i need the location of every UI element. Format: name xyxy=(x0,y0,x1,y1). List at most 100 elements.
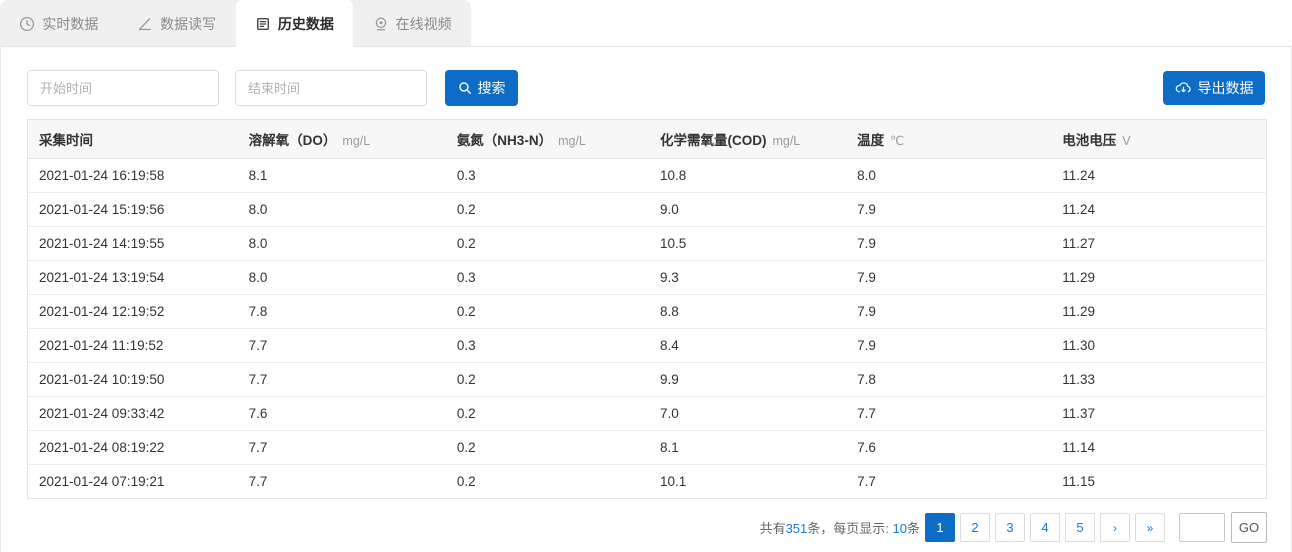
table-cell: 0.2 xyxy=(446,227,649,261)
start-time-group xyxy=(27,70,219,106)
tab-label: 在线视频 xyxy=(396,14,452,34)
search-button-label: 搜索 xyxy=(478,78,506,98)
search-icon xyxy=(458,81,472,95)
table-cell: 7.0 xyxy=(649,397,846,431)
table-cell: 8.0 xyxy=(238,227,446,261)
table-row: 2021-01-24 13:19:548.00.39.37.911.29 xyxy=(28,261,1267,295)
page-button-1[interactable]: 1 xyxy=(925,513,955,542)
go-button[interactable]: GO xyxy=(1231,512,1267,543)
history-data-panel: 搜索 导出数据 采集时间 溶解氧（DO）mg/L 氨氮（NH3-N）mg/L 化… xyxy=(0,47,1292,552)
pagination-bar: 共有351条，每页显示: 10条 1 2 3 4 5 › » GO xyxy=(27,512,1267,543)
table-cell: 0.3 xyxy=(446,329,649,363)
table-cell: 11.37 xyxy=(1051,397,1266,431)
tab-realtime-data[interactable]: 实时数据 xyxy=(0,0,118,47)
unit-label: mg/L xyxy=(558,134,586,148)
table-cell: 2021-01-24 10:19:50 xyxy=(28,363,238,397)
unit-label: mg/L xyxy=(342,134,370,148)
table-cell: 8.4 xyxy=(649,329,846,363)
table-cell: 7.9 xyxy=(846,295,1051,329)
table-cell: 11.14 xyxy=(1051,431,1266,465)
table-cell: 2021-01-24 12:19:52 xyxy=(28,295,238,329)
table-cell: 7.6 xyxy=(846,431,1051,465)
table-cell: 2021-01-24 16:19:58 xyxy=(28,159,238,193)
tab-bar: 实时数据 数据读写 历史数据 在线视频 xyxy=(0,0,1292,47)
tab-label: 历史数据 xyxy=(278,14,334,34)
table-cell: 2021-01-24 07:19:21 xyxy=(28,465,238,499)
unit-label: mg/L xyxy=(772,134,800,148)
table-cell: 8.8 xyxy=(649,295,846,329)
export-data-button[interactable]: 导出数据 xyxy=(1163,71,1265,105)
camera-icon xyxy=(373,16,389,32)
table-cell: 11.15 xyxy=(1051,465,1266,499)
table-cell: 2021-01-24 14:19:55 xyxy=(28,227,238,261)
table-cell: 0.2 xyxy=(446,363,649,397)
table-cell: 2021-01-24 15:19:56 xyxy=(28,193,238,227)
table-row: 2021-01-24 12:19:527.80.28.87.911.29 xyxy=(28,295,1267,329)
edit-icon xyxy=(137,16,153,32)
page-jump-input[interactable] xyxy=(1179,513,1225,542)
table-row: 2021-01-24 14:19:558.00.210.57.911.27 xyxy=(28,227,1267,261)
end-time-input[interactable] xyxy=(236,71,427,105)
table-cell: 7.9 xyxy=(846,329,1051,363)
col-header-do: 溶解氧（DO）mg/L xyxy=(238,120,446,159)
table-cell: 11.33 xyxy=(1051,363,1266,397)
history-icon xyxy=(255,16,271,32)
page-button-5[interactable]: 5 xyxy=(1065,513,1095,542)
table-cell: 9.3 xyxy=(649,261,846,295)
table-cell: 8.1 xyxy=(238,159,446,193)
table-cell: 11.30 xyxy=(1051,329,1266,363)
table-cell: 10.1 xyxy=(649,465,846,499)
table-cell: 0.2 xyxy=(446,397,649,431)
table-cell: 2021-01-24 09:33:42 xyxy=(28,397,238,431)
table-cell: 11.29 xyxy=(1051,261,1266,295)
table-header-row: 采集时间 溶解氧（DO）mg/L 氨氮（NH3-N）mg/L 化学需氧量(COD… xyxy=(28,120,1267,159)
table-cell: 11.29 xyxy=(1051,295,1266,329)
table-cell: 7.8 xyxy=(238,295,446,329)
table-cell: 7.7 xyxy=(846,465,1051,499)
table-cell: 7.7 xyxy=(238,465,446,499)
tab-data-readwrite[interactable]: 数据读写 xyxy=(118,0,236,47)
end-time-group xyxy=(235,70,427,106)
table-cell: 7.6 xyxy=(238,397,446,431)
table-cell: 9.0 xyxy=(649,193,846,227)
table-cell: 0.2 xyxy=(446,431,649,465)
col-header-nh3n: 氨氮（NH3-N）mg/L xyxy=(446,120,649,159)
table-cell: 0.2 xyxy=(446,295,649,329)
tab-label: 实时数据 xyxy=(42,14,98,34)
tab-history-data[interactable]: 历史数据 xyxy=(236,0,354,48)
export-button-label: 导出数据 xyxy=(1198,78,1254,98)
clock-icon xyxy=(19,16,35,32)
table-cell: 7.9 xyxy=(846,193,1051,227)
table-cell: 2021-01-24 13:19:54 xyxy=(28,261,238,295)
table-row: 2021-01-24 09:33:427.60.27.07.711.37 xyxy=(28,397,1267,431)
table-cell: 8.1 xyxy=(649,431,846,465)
tab-online-video[interactable]: 在线视频 xyxy=(353,0,471,47)
page-button-2[interactable]: 2 xyxy=(960,513,990,542)
search-button[interactable]: 搜索 xyxy=(445,70,518,106)
page-button-4[interactable]: 4 xyxy=(1030,513,1060,542)
table-cell: 8.0 xyxy=(846,159,1051,193)
table-cell: 2021-01-24 11:19:52 xyxy=(28,329,238,363)
col-header-collect-time: 采集时间 xyxy=(28,120,238,159)
filter-row: 搜索 导出数据 xyxy=(27,70,1265,106)
start-time-input[interactable] xyxy=(28,71,219,105)
page-size: 10 xyxy=(893,521,907,536)
table-cell: 7.9 xyxy=(846,261,1051,295)
table-cell: 0.2 xyxy=(446,193,649,227)
table-cell: 7.7 xyxy=(238,329,446,363)
table-cell: 10.8 xyxy=(649,159,846,193)
table-cell: 0.2 xyxy=(446,465,649,499)
total-count: 351 xyxy=(786,521,808,536)
page-button-3[interactable]: 3 xyxy=(995,513,1025,542)
table-row: 2021-01-24 07:19:217.70.210.17.711.15 xyxy=(28,465,1267,499)
tab-strip: 实时数据 数据读写 历史数据 在线视频 xyxy=(0,0,471,47)
unit-label: V xyxy=(1122,134,1130,148)
table-cell: 7.7 xyxy=(238,431,446,465)
table-cell: 2021-01-24 08:19:22 xyxy=(28,431,238,465)
next-page-button[interactable]: › xyxy=(1100,513,1130,542)
pagination-summary: 共有351条，每页显示: 10条 xyxy=(760,518,920,537)
table-cell: 11.24 xyxy=(1051,159,1266,193)
table-cell: 7.8 xyxy=(846,363,1051,397)
tab-label: 数据读写 xyxy=(160,14,216,34)
last-page-button[interactable]: » xyxy=(1135,513,1165,542)
